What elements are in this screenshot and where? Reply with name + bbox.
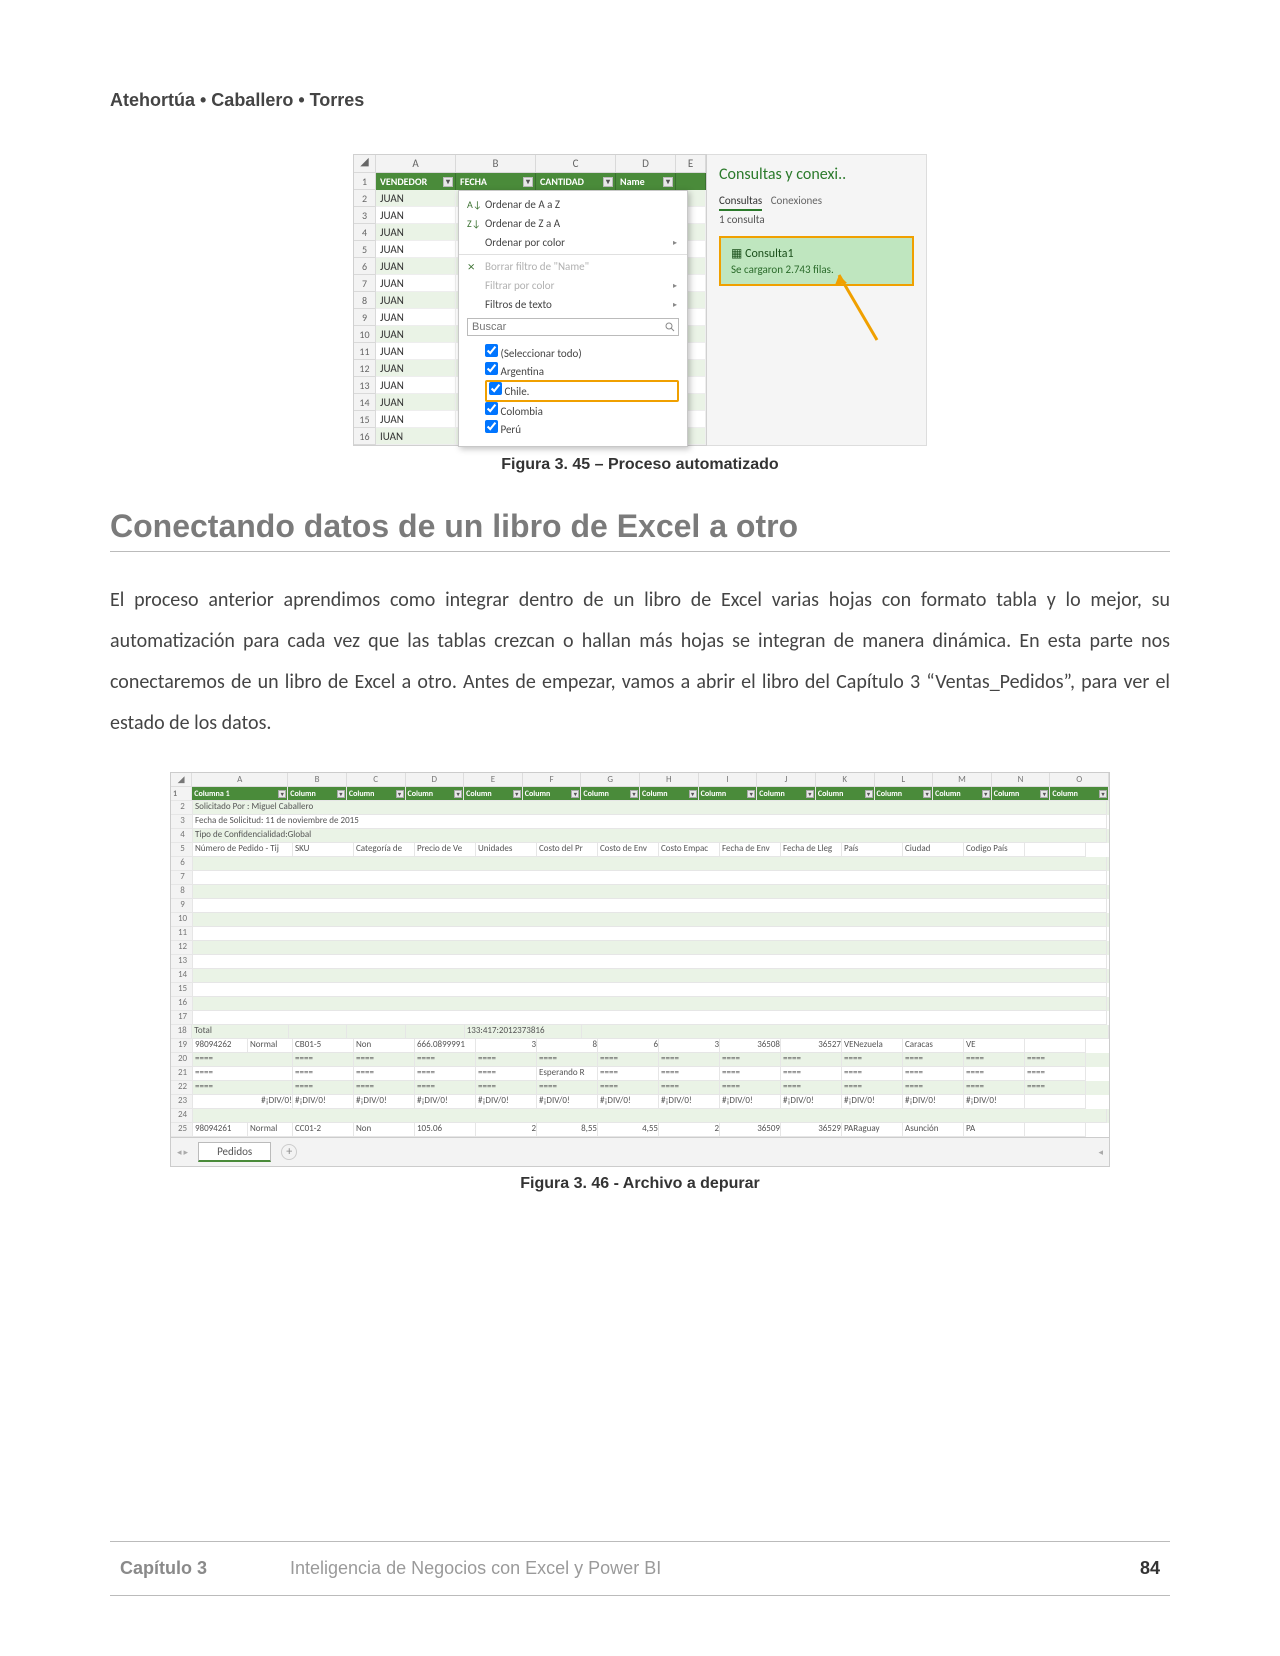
filter-search-input[interactable] <box>467 318 679 336</box>
sort-asc-icon: A↓ <box>467 198 479 211</box>
query-count: 1 consulta <box>719 213 914 226</box>
filter-option-highlighted[interactable]: Chile. <box>485 380 679 402</box>
select-all-corner[interactable]: ◢ <box>354 155 376 173</box>
cell[interactable]: JUAN <box>376 224 456 240</box>
tab-consultas[interactable]: Consultas <box>719 194 762 211</box>
query-card[interactable]: ▦ Consulta1 Se cargaron 2.743 filas. <box>719 236 914 286</box>
col-header[interactable]: Column▾ <box>464 787 523 801</box>
excel-table-preview: ◢ A B C D E F G H I J K L M N O 1 Column… <box>170 772 1110 1167</box>
cell[interactable]: JUAN <box>376 360 456 376</box>
col-letter[interactable]: A <box>376 155 456 173</box>
col-header[interactable]: Column▾ <box>347 787 406 801</box>
filter-dropdown-icon[interactable]: ▾ <box>663 177 673 187</box>
page-footer: Capítulo 3 Inteligencia de Negocios con … <box>110 1541 1170 1596</box>
cell[interactable]: JUAN <box>376 207 456 223</box>
tab-conexiones[interactable]: Conexiones <box>771 194 822 207</box>
col-header[interactable]: Column▾ <box>699 787 758 801</box>
query-name: Consulta1 <box>745 247 794 261</box>
header-name[interactable]: Name▾ <box>616 173 676 190</box>
header-fecha[interactable]: FECHA▾ <box>456 173 536 190</box>
cell[interactable]: JUAN <box>376 190 456 206</box>
figure-2-caption: Figura 3. 46 - Archivo a depurar <box>110 1175 1170 1193</box>
col-header[interactable]: Column▾ <box>288 787 347 801</box>
figure-1-caption: Figura 3. 45 – Proceso automatizado <box>110 456 1170 474</box>
footer-page-number: 84 <box>1140 1558 1160 1579</box>
sort-az[interactable]: A↓Ordenar de A a Z <box>459 195 687 214</box>
excel-grid: ◢ A B C D E 1 2 3 4 5 6 7 <box>353 154 707 446</box>
figure-2: ◢ A B C D E F G H I J K L M N O 1 Column… <box>170 772 1110 1167</box>
col-header[interactable]: Columna 1▾ <box>192 787 288 801</box>
queries-panel: Consultas y conexi.. Consultas Conexione… <box>707 154 927 446</box>
submenu-icon: ▸ <box>673 281 677 291</box>
document-page: Atehortúa • Caballero • Torres ◢ A B C D… <box>0 0 1280 1656</box>
col-header[interactable]: Column▾ <box>992 787 1051 801</box>
cell[interactable]: JUAN <box>376 275 456 291</box>
filter-dropdown-panel: A↓Ordenar de A a Z Z↓Ordenar de Z a A Or… <box>458 190 688 447</box>
sort-za[interactable]: Z↓Ordenar de Z a A <box>459 214 687 233</box>
cell[interactable]: JUAN <box>376 309 456 325</box>
header-cantidad[interactable]: CANTIDAD▾ <box>536 173 616 190</box>
select-all-corner[interactable]: ◢ <box>171 773 192 787</box>
cell[interactable]: JUAN <box>376 377 456 393</box>
col-header[interactable]: Column▾ <box>523 787 582 801</box>
col-letter[interactable]: C <box>536 155 616 173</box>
filter-option[interactable]: Argentina <box>485 362 679 380</box>
cell[interactable]: Solicitado Por : Miguel Caballero <box>193 801 1107 815</box>
col-header[interactable]: Column▾ <box>933 787 992 801</box>
submenu-icon: ▸ <box>673 238 677 248</box>
sort-desc-icon: Z↓ <box>467 217 479 230</box>
header-vendedor[interactable]: VENDEDOR▾ <box>376 173 456 190</box>
sort-by-color[interactable]: Ordenar por color▸ <box>459 233 687 252</box>
footer-book-title: Inteligencia de Negocios con Excel y Pow… <box>290 1558 1140 1579</box>
filter-by-color: Filtrar por color▸ <box>459 276 687 295</box>
cell[interactable]: JUAN <box>376 411 456 427</box>
clear-filter: ⨯Borrar filtro de "Name" <box>459 257 687 276</box>
panel-tabs: Consultas Conexiones <box>719 194 914 207</box>
cell[interactable]: JUAN <box>376 343 456 359</box>
query-status: Se cargaron 2.743 filas. <box>731 263 902 276</box>
cell[interactable]: JUAN <box>376 241 456 257</box>
cell[interactable]: IUAN <box>376 428 456 444</box>
col-header[interactable]: Column▾ <box>816 787 875 801</box>
cell[interactable]: JUAN <box>376 292 456 308</box>
cell[interactable]: Tipo de Confidencialidad:Global <box>193 829 1107 843</box>
col-letter[interactable]: D <box>616 155 676 173</box>
col-header[interactable]: Column▾ <box>757 787 816 801</box>
table-icon: ▦ <box>731 247 742 261</box>
cell[interactable]: Fecha de Solicitud: 11 de noviembre de 2… <box>193 815 1107 829</box>
filter-option[interactable]: Colombia <box>485 402 679 420</box>
panel-title: Consultas y conexi.. <box>719 165 914 184</box>
col-header[interactable]: Column▾ <box>1050 787 1109 801</box>
col-header[interactable]: Column▾ <box>406 787 465 801</box>
filter-option[interactable]: Perú <box>485 420 679 438</box>
footer-chapter: Capítulo 3 <box>120 1558 290 1579</box>
col-header[interactable]: Column▾ <box>581 787 640 801</box>
header-blank <box>676 173 706 190</box>
col-letter[interactable]: B <box>456 155 536 173</box>
col-header[interactable]: Column▾ <box>640 787 699 801</box>
filter-dropdown-icon: ▾ <box>278 790 286 798</box>
sheet-tab-pedidos[interactable]: Pedidos <box>198 1142 271 1162</box>
cell[interactable]: JUAN <box>376 258 456 274</box>
filter-dropdown-icon[interactable]: ▾ <box>603 177 613 187</box>
text-filters[interactable]: Filtros de texto▸ <box>459 295 687 314</box>
submenu-icon: ▸ <box>673 300 677 310</box>
cell[interactable]: JUAN <box>376 326 456 342</box>
sheet-tab-bar: ◂ ▸ Pedidos + ◂ <box>171 1137 1109 1166</box>
new-sheet-button[interactable]: + <box>281 1144 297 1160</box>
body-paragraph: El proceso anterior aprendimos como inte… <box>110 580 1170 744</box>
section-heading: Conectando datos de un libro de Excel a … <box>110 508 1170 545</box>
filter-option-all[interactable]: (Seleccionar todo) <box>485 344 679 362</box>
col-letter[interactable]: E <box>676 155 706 173</box>
filter-dropdown-icon[interactable]: ▾ <box>443 177 453 187</box>
col-header[interactable]: Column▾ <box>875 787 934 801</box>
heading-rule <box>110 551 1170 552</box>
filter-dropdown-icon[interactable]: ▾ <box>523 177 533 187</box>
figure-1: ◢ A B C D E 1 2 3 4 5 6 7 <box>110 151 1170 446</box>
clear-filter-icon: ⨯ <box>467 260 479 273</box>
row-numbers: 1 2 3 4 5 6 7 8 9 10 11 12 13 14 <box>354 173 376 445</box>
cell[interactable]: JUAN <box>376 394 456 410</box>
running-head-authors: Atehortúa • Caballero • Torres <box>110 90 1170 111</box>
